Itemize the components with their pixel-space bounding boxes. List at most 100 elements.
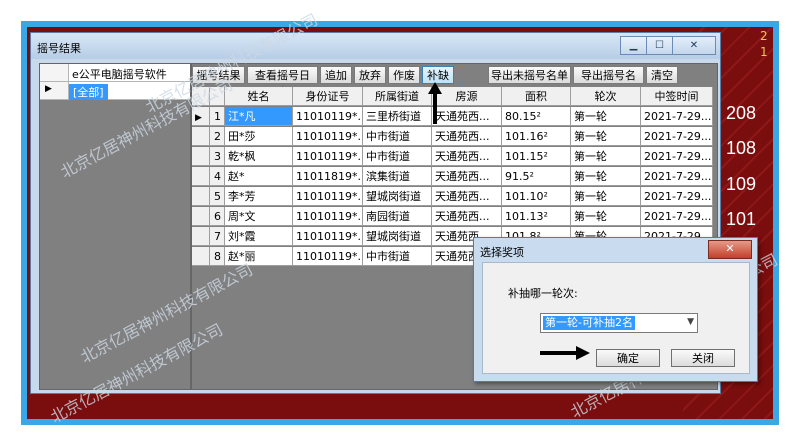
dialog-close-button[interactable]: ✕ (708, 240, 752, 259)
column-header[interactable]: 房源 (432, 87, 502, 106)
tree-indicator: ▶ (40, 82, 69, 99)
cell-name: 田*莎 (225, 127, 293, 146)
ok-button[interactable]: 确定 (596, 349, 660, 367)
minimize-icon: ▁ (629, 40, 638, 51)
row-indicator (192, 227, 210, 246)
supplement-button[interactable]: 补缺 (422, 66, 454, 84)
top-digit: 2 (760, 29, 768, 43)
cell-name: 江*凡 (225, 107, 293, 126)
table-row[interactable]: 5 李*芳 11010119*... 望城岗街道 天通苑西... 101.10² 第一轮 20… (192, 187, 713, 207)
cell-name: 李*芳 (225, 187, 293, 206)
row-indicator (192, 187, 210, 206)
cell-house: 天通苑西... (432, 107, 502, 126)
top-right-digits: 2 1 (760, 28, 768, 60)
cell-street: 中市街道 (363, 127, 432, 146)
column-header[interactable]: 姓名 (225, 87, 293, 106)
cell-house: 天通苑西... (432, 147, 502, 166)
cell-time: 2021-7-29... (641, 107, 713, 126)
cell-name: 刘*霞 (225, 227, 293, 246)
add-button[interactable]: 追加 (320, 66, 352, 84)
maximize-button[interactable]: ☐ (646, 36, 673, 55)
table-header: 姓名 身份证号 所属街道 房源 面积 轮次 中签时间 (192, 87, 713, 107)
cell-name: 周*文 (225, 207, 293, 226)
cell-time: 2021-7-29... (641, 167, 713, 186)
tree-header-row: e公平电脑摇号软件 (40, 64, 190, 82)
cell-time: 2021-7-29... (641, 147, 713, 166)
top-digit: 1 (760, 45, 768, 59)
table-row[interactable]: 4 赵* 11011819*... 滨集街道 天通苑西... 91.5² 第一轮 2021-7… (192, 167, 713, 187)
row-indicator (192, 127, 210, 146)
clear-button[interactable]: 清空 (646, 66, 678, 84)
column-header[interactable]: 中签时间 (641, 87, 713, 106)
cell-house: 天通苑西... (432, 127, 502, 146)
tree-header: e公平电脑摇号软件 (72, 68, 167, 81)
tree-item-all[interactable]: ▶ [全部] (40, 82, 190, 100)
table-row[interactable]: ▶ 1 江*凡 11010119*... 三里桥街道 天通苑西... 80.15² 第一轮 20… (192, 107, 713, 127)
cell-house: 天通苑西... (432, 187, 502, 206)
close-icon: ✕ (689, 40, 699, 51)
right-number: 109 (726, 174, 757, 194)
cell-house: 天通苑西... (432, 167, 502, 186)
cell-street: 滨集街道 (363, 167, 432, 186)
cell-round: 第一轮 (571, 107, 641, 126)
row-pointer-icon: ▶ (195, 113, 202, 123)
cell-street: 望城岗街道 (363, 227, 432, 246)
row-indicator (192, 167, 210, 186)
column-header[interactable]: 面积 (502, 87, 571, 106)
cell-street: 南园街道 (363, 207, 432, 226)
cancel-button[interactable]: 关闭 (671, 349, 735, 367)
close-button[interactable]: ✕ (672, 36, 716, 55)
cell-id: 11010119*... (293, 207, 363, 226)
cell-id: 11010119*... (293, 107, 363, 126)
maximize-icon: ☐ (655, 40, 664, 51)
window-title: 摇号结果 (37, 42, 81, 55)
results-button[interactable]: 摇号结果 (192, 66, 245, 84)
cell-street: 三里桥街道 (363, 107, 432, 126)
cell-n: 4 (210, 167, 225, 186)
right-number: 108 (726, 138, 757, 158)
view-log-button[interactable]: 查看摇号日志 (247, 66, 318, 99)
cell-name: 赵*丽 (225, 247, 293, 266)
cell-area: 80.15² (502, 107, 571, 126)
table-row[interactable]: 2 田*莎 11010119*... 中市街道 天通苑西... 101.16² 第一轮 202… (192, 127, 713, 147)
column-header[interactable]: 身份证号 (293, 87, 363, 106)
header-indicator (192, 87, 210, 106)
tree-panel: e公平电脑摇号软件 ▶ [全部] (39, 63, 191, 390)
cell-round: 第一轮 (571, 167, 641, 186)
cell-round: 第一轮 (571, 147, 641, 166)
cell-n: 2 (210, 127, 225, 146)
round-prompt-label: 补抽哪一轮次: (508, 287, 578, 300)
minimize-button[interactable]: ▁ (620, 36, 647, 55)
cell-n: 1 (210, 107, 225, 126)
table-row[interactable]: 3 乾*枫 11010119*... 中市街道 天通苑西... 101.15² 第一轮 202… (192, 147, 713, 167)
giveup-button[interactable]: 放弃 (354, 66, 386, 84)
column-header[interactable]: 轮次 (571, 87, 641, 106)
table-row[interactable]: 6 周*文 11010119*... 南园街道 天通苑西... 101.13² 第一轮 202… (192, 207, 713, 227)
chevron-down-icon: ▼ (687, 317, 694, 327)
export-picked-button[interactable]: 导出摇号名单 (573, 66, 644, 99)
select-award-dialog: 选择奖项 ✕ 补抽哪一轮次: 第一轮-可补抽2名 ▼ 确定 关闭 (473, 237, 758, 382)
cell-n: 7 (210, 227, 225, 246)
round-select[interactable]: 第一轮-可补抽2名 ▼ (540, 313, 698, 333)
window-titlebar[interactable]: 摇号结果 ▁ ☐ ✕ (31, 33, 720, 59)
cell-n: 5 (210, 187, 225, 206)
row-indicator: ▶ (192, 107, 210, 126)
right-number: 208 (726, 103, 757, 123)
cell-id: 11010119*... (293, 187, 363, 206)
right-number: 101 (726, 209, 757, 229)
column-header[interactable]: 所属街道 (363, 87, 432, 106)
row-indicator (192, 247, 210, 266)
row-pointer-icon: ▶ (45, 84, 52, 94)
cell-area: 91.5² (502, 167, 571, 186)
cell-time: 2021-7-29... (641, 127, 713, 146)
row-indicator (192, 207, 210, 226)
cell-street: 望城岗街道 (363, 187, 432, 206)
tree-indicator (40, 64, 69, 81)
cell-name: 乾*枫 (225, 147, 293, 166)
cell-n: 6 (210, 207, 225, 226)
export-unpicked-button[interactable]: 导出未摇号名单 (488, 66, 571, 84)
void-button[interactable]: 作废 (388, 66, 420, 84)
cell-id: 11011819*... (293, 167, 363, 186)
dialog-title: 选择奖项 (480, 246, 524, 259)
cell-area: 101.13² (502, 207, 571, 226)
